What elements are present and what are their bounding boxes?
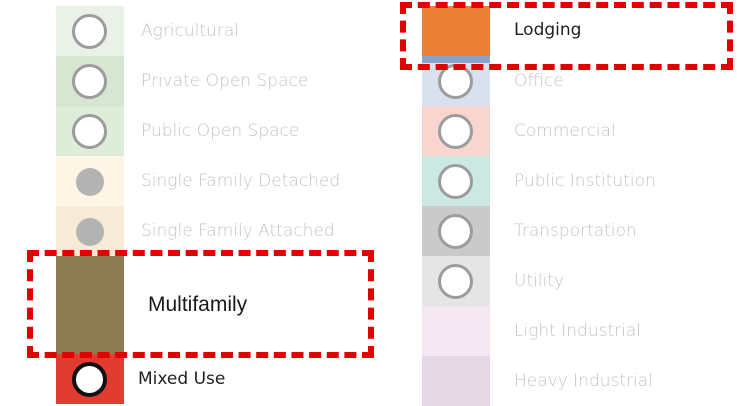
open-circle-icon	[438, 164, 473, 199]
legend-label: Heavy Industrial	[514, 371, 653, 391]
filled-circle-icon	[76, 168, 104, 196]
heavy-industrial-swatch	[422, 356, 490, 406]
open-circle-icon	[438, 64, 473, 99]
legend-label: Transportation	[514, 221, 637, 241]
open-circle-icon	[438, 114, 473, 149]
legend-label: Public Institution	[514, 171, 656, 191]
multifamily-swatch	[56, 256, 124, 354]
legend-label: Public Open Space	[141, 121, 300, 141]
legend-label: Private Open Space	[141, 71, 309, 91]
open-circle-icon	[72, 14, 107, 49]
light-industrial-swatch	[422, 306, 490, 356]
office-swatch-accent	[422, 56, 490, 63]
open-circle-icon	[438, 214, 473, 249]
legend-label: Lodging	[514, 20, 582, 40]
legend-label: Single Family Detached	[141, 171, 341, 191]
open-circle-icon	[72, 362, 107, 397]
legend-label: Agricultural	[141, 21, 239, 41]
legend-label: Light Industrial	[514, 321, 641, 341]
legend-label: Utility	[514, 271, 565, 291]
legend-label: Office	[514, 71, 564, 91]
legend-label: Commercial	[514, 121, 616, 141]
legend-label-callout: Multifamily	[148, 293, 248, 316]
legend-label: Single Family Attached	[141, 221, 335, 241]
filled-circle-icon	[76, 218, 104, 246]
open-circle-icon	[72, 64, 107, 99]
lodging-swatch	[422, 6, 490, 56]
open-circle-icon	[438, 264, 473, 299]
legend-label: Mixed Use	[138, 369, 226, 389]
open-circle-icon	[72, 114, 107, 149]
